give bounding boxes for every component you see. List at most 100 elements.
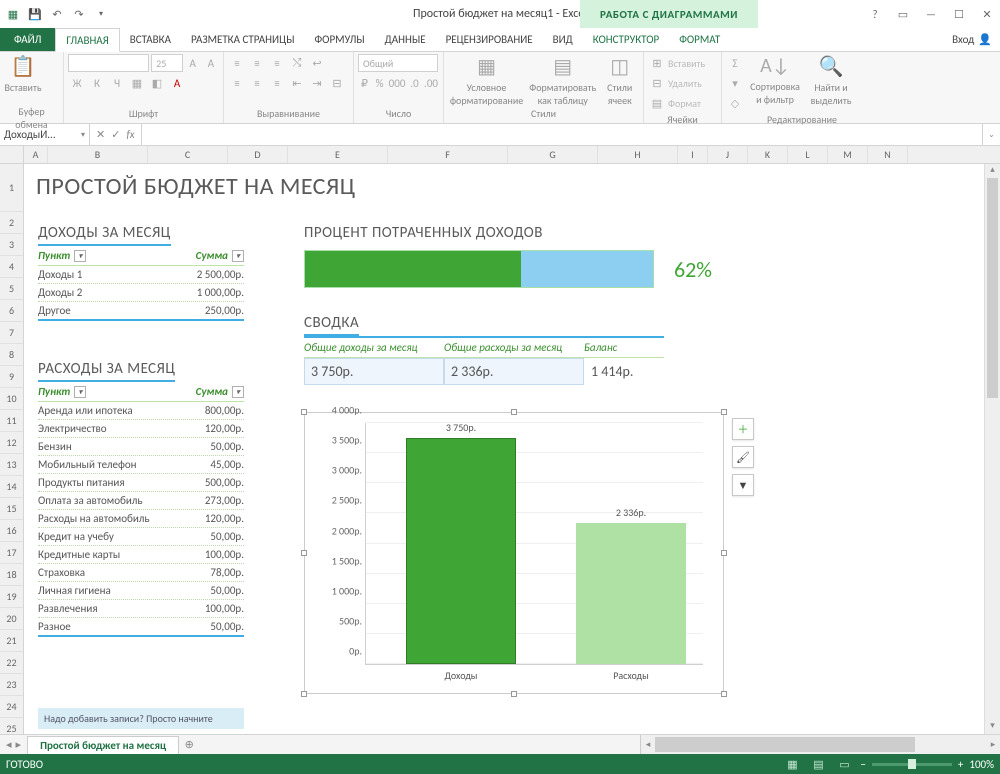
select-all-corner[interactable] [0, 146, 24, 163]
qat-customize-icon[interactable]: ▾ [92, 5, 110, 23]
col-header[interactable]: L [788, 146, 828, 163]
row-header[interactable]: 18 [0, 564, 23, 586]
tab-formulas[interactable]: ФОРМУЛЫ [304, 28, 374, 51]
col-header[interactable]: C [148, 146, 228, 163]
row-header[interactable]: 20 [0, 608, 23, 630]
table-row[interactable]: Мобильный телефон45,00р. [38, 456, 244, 474]
table-row[interactable]: Личная гигиена50,00р. [38, 582, 244, 600]
table-row[interactable]: Продукты питания500,00р. [38, 474, 244, 492]
table-row[interactable]: Разное50,00р. [38, 618, 244, 637]
row-header[interactable]: 22 [0, 652, 23, 674]
col-header[interactable]: E [288, 146, 388, 163]
enter-icon[interactable]: ✓ [111, 128, 120, 141]
col-header[interactable]: I [678, 146, 708, 163]
close-icon[interactable]: ✕ [974, 3, 1000, 25]
zoom-slider[interactable] [872, 763, 952, 766]
table-row[interactable]: Оплата за автомобиль273,00р. [38, 492, 244, 510]
table-row[interactable]: Кредитные карты100,00р. [38, 546, 244, 564]
row-header[interactable]: 1 [0, 164, 23, 212]
table-row[interactable]: Доходы 21 000,00р. [38, 284, 244, 302]
table-row[interactable]: Электричество120,00р. [38, 420, 244, 438]
italic-button[interactable]: К [88, 74, 106, 92]
indent-dec-icon[interactable]: ⇤ [288, 74, 306, 92]
cell-styles-button[interactable]: ◫Стили ячеек [600, 54, 639, 104]
table-row[interactable]: Другое250,00р. [38, 302, 244, 321]
inc-decimal-icon[interactable]: .0 [408, 74, 421, 92]
number-format-combo[interactable]: Общий [358, 54, 438, 72]
tab-view[interactable]: ВИД [543, 28, 583, 51]
font-size-combo[interactable]: 25 [151, 54, 182, 72]
conditional-format-button[interactable]: ▦Условное форматирование [448, 54, 525, 104]
vertical-scrollbar[interactable]: ▴ ▾ [984, 164, 1000, 734]
tab-prev-icon[interactable]: ◂ [6, 738, 12, 751]
col-header[interactable]: N [868, 146, 908, 163]
col-header[interactable]: B [48, 146, 148, 163]
formula-input[interactable] [142, 124, 982, 145]
sheet-tab[interactable]: Простой бюджет на месяц [27, 736, 179, 754]
tab-file[interactable]: ФАЙЛ [0, 28, 55, 51]
chart-elements-button[interactable]: ＋ [732, 418, 754, 440]
shrink-font-icon[interactable]: A [203, 54, 219, 72]
table-row[interactable]: Расходы на автомобиль120,00р. [38, 510, 244, 528]
row-header[interactable]: 5 [0, 278, 23, 300]
scroll-left-arrow[interactable]: ◂ [641, 739, 655, 750]
table-row[interactable]: Бензин50,00р. [38, 438, 244, 456]
wrap-text-icon[interactable]: ↩ [308, 54, 326, 72]
row-header[interactable]: 23 [0, 674, 23, 696]
hscroll-thumb[interactable] [655, 737, 915, 752]
tab-insert[interactable]: ВСТАВКА [120, 28, 181, 51]
format-as-table-button[interactable]: ▤Форматировать как таблицу [529, 54, 596, 104]
row-header[interactable]: 21 [0, 630, 23, 652]
tab-home[interactable]: ГЛАВНАЯ [55, 28, 119, 52]
page-break-view-icon[interactable]: ▭ [834, 756, 854, 772]
filter-icon[interactable]: ▾ [74, 386, 86, 398]
row-header[interactable]: 13 [0, 454, 23, 476]
chart-styles-button[interactable]: 🖌 [732, 446, 754, 468]
align-right-icon[interactable]: ≡ [268, 74, 286, 92]
expense-col-sum[interactable]: Сумма▾ [164, 385, 244, 398]
orientation-icon[interactable]: ⤭ [288, 54, 306, 72]
dec-decimal-icon[interactable]: .00 [423, 74, 439, 92]
clear-icon[interactable]: ◇ [726, 94, 744, 112]
row-header[interactable]: 16 [0, 520, 23, 542]
chevron-down-icon[interactable]: ▾ [81, 130, 85, 140]
filter-icon[interactable]: ▾ [232, 250, 244, 262]
chart-bar[interactable] [406, 438, 516, 664]
table-row[interactable]: Страховка78,00р. [38, 564, 244, 582]
scroll-thumb[interactable] [987, 178, 998, 398]
font-color-icon[interactable]: A [168, 74, 186, 92]
currency-icon[interactable]: ₽ [358, 74, 371, 92]
row-header[interactable]: 19 [0, 586, 23, 608]
zoom-knob[interactable] [908, 759, 916, 769]
cancel-icon[interactable]: ✕ [96, 128, 105, 141]
col-header[interactable]: F [388, 146, 508, 163]
chart-plot-area[interactable]: 0р.500р.1 000р.1 500р.2 000р.2 500р.3 00… [365, 423, 703, 665]
align-left-icon[interactable]: ≡ [228, 74, 246, 92]
scroll-down-arrow[interactable]: ▾ [985, 720, 1000, 734]
redo-icon[interactable]: ↷ [70, 5, 88, 23]
find-select-button[interactable]: 🔍Найти и выделить [806, 54, 856, 104]
worksheet-area[interactable]: 1234567891011121314151617181920212223242… [0, 164, 1000, 734]
merge-icon[interactable]: ⊟ [328, 74, 346, 92]
expand-formula-bar[interactable]: ⌄ [982, 124, 1000, 145]
fill-color-icon[interactable]: ◧ [148, 74, 166, 92]
row-header[interactable]: 3 [0, 234, 23, 256]
row-header[interactable]: 6 [0, 300, 23, 322]
font-combo[interactable] [68, 54, 149, 72]
expense-col-item[interactable]: Пункт▾ [38, 385, 164, 398]
indent-inc-icon[interactable]: ⇥ [308, 74, 326, 92]
tab-review[interactable]: РЕЦЕНЗИРОВАНИЕ [436, 28, 543, 51]
fill-icon[interactable]: ▾ [726, 74, 744, 92]
chart-bar[interactable] [576, 523, 686, 664]
tab-chart-format[interactable]: ФОРМАТ [669, 28, 730, 51]
row-header[interactable]: 10 [0, 388, 23, 410]
row-header[interactable]: 9 [0, 366, 23, 388]
row-header[interactable]: 12 [0, 432, 23, 454]
bold-button[interactable]: Ж [68, 74, 86, 92]
tab-next-icon[interactable]: ▸ [16, 738, 22, 751]
grow-font-icon[interactable]: A [185, 54, 201, 72]
row-header[interactable]: 2 [0, 212, 23, 234]
row-header[interactable]: 24 [0, 696, 23, 718]
save-icon[interactable]: 💾 [26, 5, 44, 23]
maximize-icon[interactable]: ☐ [946, 3, 972, 25]
